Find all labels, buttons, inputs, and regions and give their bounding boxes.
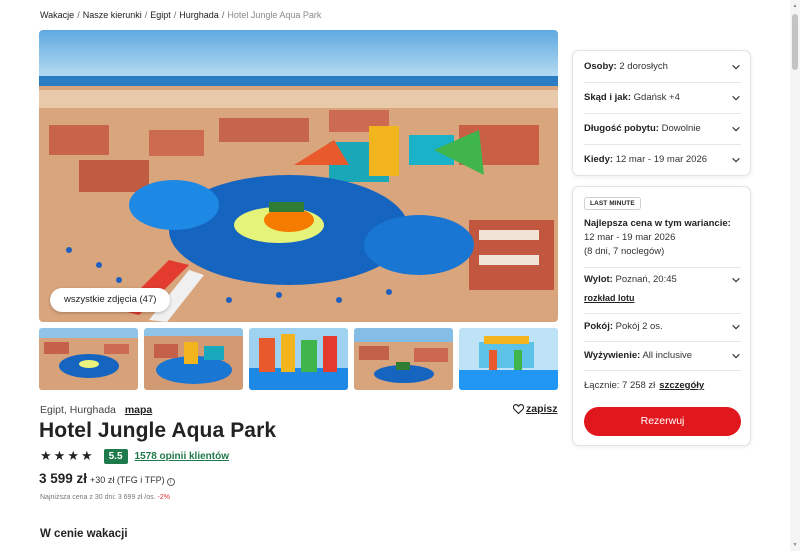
page-scrollbar[interactable]: ▲ ▼	[790, 0, 800, 551]
total-price: Łącznie: 7 258 zł szczegóły	[584, 380, 704, 391]
star-icon: ★	[40, 448, 52, 463]
save-button[interactable]: zapisz	[513, 403, 558, 415]
chevron-down-icon	[732, 64, 740, 69]
gallery-thumbnail[interactable]	[39, 328, 138, 390]
star-icon: ★	[67, 448, 79, 463]
filter-value: Gdańsk +4	[633, 92, 680, 103]
chevron-down-icon	[732, 277, 740, 282]
filter-dates-text: Kiedy: 12 mar - 19 mar 2026	[584, 154, 707, 165]
breadcrumb: Wakacje / Nasze kierunki / Egipt / Hurghada / Ho…	[40, 10, 321, 20]
star-icon: ★	[53, 448, 66, 463]
thumbnail-kids-pool	[459, 328, 558, 390]
chevron-down-icon	[732, 324, 740, 329]
breadcrumb-link-wakacje[interactable]: Wakacje	[40, 10, 74, 20]
price-per-person: 3 599 zł	[39, 471, 88, 486]
gallery-thumbnail[interactable]	[354, 328, 453, 390]
divider	[584, 313, 741, 314]
rating-row: ★ ★ ★ ★ 5.5 1578 opinii klientów	[40, 448, 229, 464]
lowest-price-note: Najniższa cena z 30 dni: 3 699 zł /os. -…	[40, 494, 170, 501]
total-price-text: Łącznie: 7 258 zł	[584, 380, 656, 391]
thumbnail-slides	[249, 328, 348, 390]
chevron-down-icon	[732, 157, 740, 162]
last-minute-badge: LAST MINUTE	[584, 197, 641, 210]
flight-value: Poznań, 20:45	[615, 274, 677, 285]
breadcrumb-separator: /	[77, 10, 80, 20]
book-button[interactable]: Rezerwuj	[584, 407, 741, 436]
flight-schedule-link[interactable]: rozkład lotu	[584, 293, 635, 303]
filter-label: Osoby:	[584, 61, 617, 72]
thumbnail-aerial-resort	[39, 328, 138, 390]
breadcrumb-separator: /	[144, 10, 148, 20]
divider	[584, 341, 741, 342]
flight-label: Wylot:	[584, 274, 613, 285]
filter-persons[interactable]: Osoby: 2 dorosłych	[584, 51, 741, 82]
hotel-location-text: Egipt, Hurghada	[40, 404, 116, 416]
filter-departure[interactable]: Skąd i jak: Gdańsk +4	[584, 82, 741, 113]
star-icon: ★	[80, 448, 93, 463]
room-label: Pokój:	[584, 321, 614, 332]
breadcrumb-link-egipt[interactable]: Egipt	[150, 10, 171, 20]
section-title: W cenie wakacji	[40, 528, 128, 540]
scrollbar-thumb[interactable]	[792, 14, 798, 70]
save-label: zapisz	[526, 403, 558, 415]
gallery-thumbnail[interactable]	[144, 328, 243, 390]
filter-value: 2 dorosłych	[619, 61, 668, 72]
filter-duration-text: Długość pobytu: Dowolnie	[584, 123, 701, 134]
filter-dates[interactable]: Kiedy: 12 mar - 19 mar 2026	[584, 144, 741, 175]
hero-photo-illustration	[39, 30, 558, 322]
scroll-up-icon[interactable]: ▲	[792, 3, 798, 9]
gallery-thumbnail[interactable]	[459, 328, 558, 390]
thumbnail-water-park	[144, 328, 243, 390]
offer-dates: 12 mar - 19 mar 2026	[584, 232, 676, 243]
breadcrumb-link-hurghada[interactable]: Hurghada	[179, 10, 219, 20]
lowest-price-text: Najniższa cena z 30 dni: 3 699 zł /os.	[40, 494, 156, 501]
breadcrumb-current: Hotel Jungle Aqua Park	[227, 10, 322, 20]
filter-departure-text: Skąd i jak: Gdańsk +4	[584, 92, 680, 103]
flight-text: Wylot: Poznań, 20:45	[584, 274, 677, 285]
divider	[584, 370, 741, 371]
filter-value: Dowolnie	[661, 123, 701, 134]
search-filters-panel: Osoby: 2 dorosłych Skąd i jak: Gdańsk +4…	[572, 50, 751, 176]
filter-persons-text: Osoby: 2 dorosłych	[584, 61, 668, 72]
all-photos-button[interactable]: wszystkie zdjęcia (47)	[50, 288, 171, 312]
chevron-down-icon	[732, 353, 740, 358]
offer-nights: (8 dni, 7 noclegów)	[584, 246, 665, 257]
best-price-title: Najlepsza cena w tym wariancie:	[584, 218, 731, 229]
hotel-location: Egipt, Hurghada mapa	[40, 404, 152, 416]
scroll-down-icon[interactable]: ▼	[792, 542, 798, 548]
discount-percent: -2%	[157, 494, 170, 501]
board-selector[interactable]: Wyżywienie: All inclusive	[584, 350, 741, 361]
hero-photo[interactable]	[39, 30, 558, 322]
reviews-link[interactable]: 1578 opinii klientów	[135, 451, 229, 462]
hotel-title: Hotel Jungle Aqua Park	[39, 419, 277, 442]
price-details-link[interactable]: szczegóły	[659, 380, 704, 391]
offer-panel: LAST MINUTE Najlepsza cena w tym warianc…	[572, 186, 751, 446]
breadcrumb-separator: /	[173, 10, 177, 20]
price-row: 3 599 zł +30 zł (TFG i TFP) i	[39, 471, 175, 486]
hotel-stars: ★ ★ ★ ★	[40, 449, 93, 463]
divider	[584, 267, 741, 268]
heart-icon	[513, 404, 524, 414]
room-value: Pokój 2 os.	[615, 321, 663, 332]
filter-label: Długość pobytu:	[584, 123, 659, 134]
room-text: Pokój: Pokój 2 os.	[584, 321, 663, 332]
board-text: Wyżywienie: All inclusive	[584, 350, 692, 361]
map-link[interactable]: mapa	[125, 404, 152, 416]
info-icon[interactable]: i	[166, 478, 175, 486]
room-selector[interactable]: Pokój: Pokój 2 os.	[584, 321, 741, 332]
chevron-down-icon	[732, 126, 740, 131]
score-badge: 5.5	[103, 448, 128, 464]
filter-label: Kiedy:	[584, 154, 614, 165]
board-value: All inclusive	[642, 350, 693, 361]
flight-selector[interactable]: Wylot: Poznań, 20:45	[584, 274, 741, 285]
gallery-thumbnail[interactable]	[249, 328, 348, 390]
filter-duration[interactable]: Długość pobytu: Dowolnie	[584, 113, 741, 144]
chevron-down-icon	[732, 95, 740, 100]
thumbnail-resort-view	[354, 328, 453, 390]
board-label: Wyżywienie:	[584, 350, 641, 361]
filter-value: 12 mar - 19 mar 2026	[615, 154, 708, 165]
breadcrumb-link-kierunki[interactable]: Nasze kierunki	[83, 10, 142, 20]
filter-label: Skąd i jak:	[584, 92, 631, 103]
price-extra-fees: +30 zł (TFG i TFP)	[90, 475, 165, 485]
